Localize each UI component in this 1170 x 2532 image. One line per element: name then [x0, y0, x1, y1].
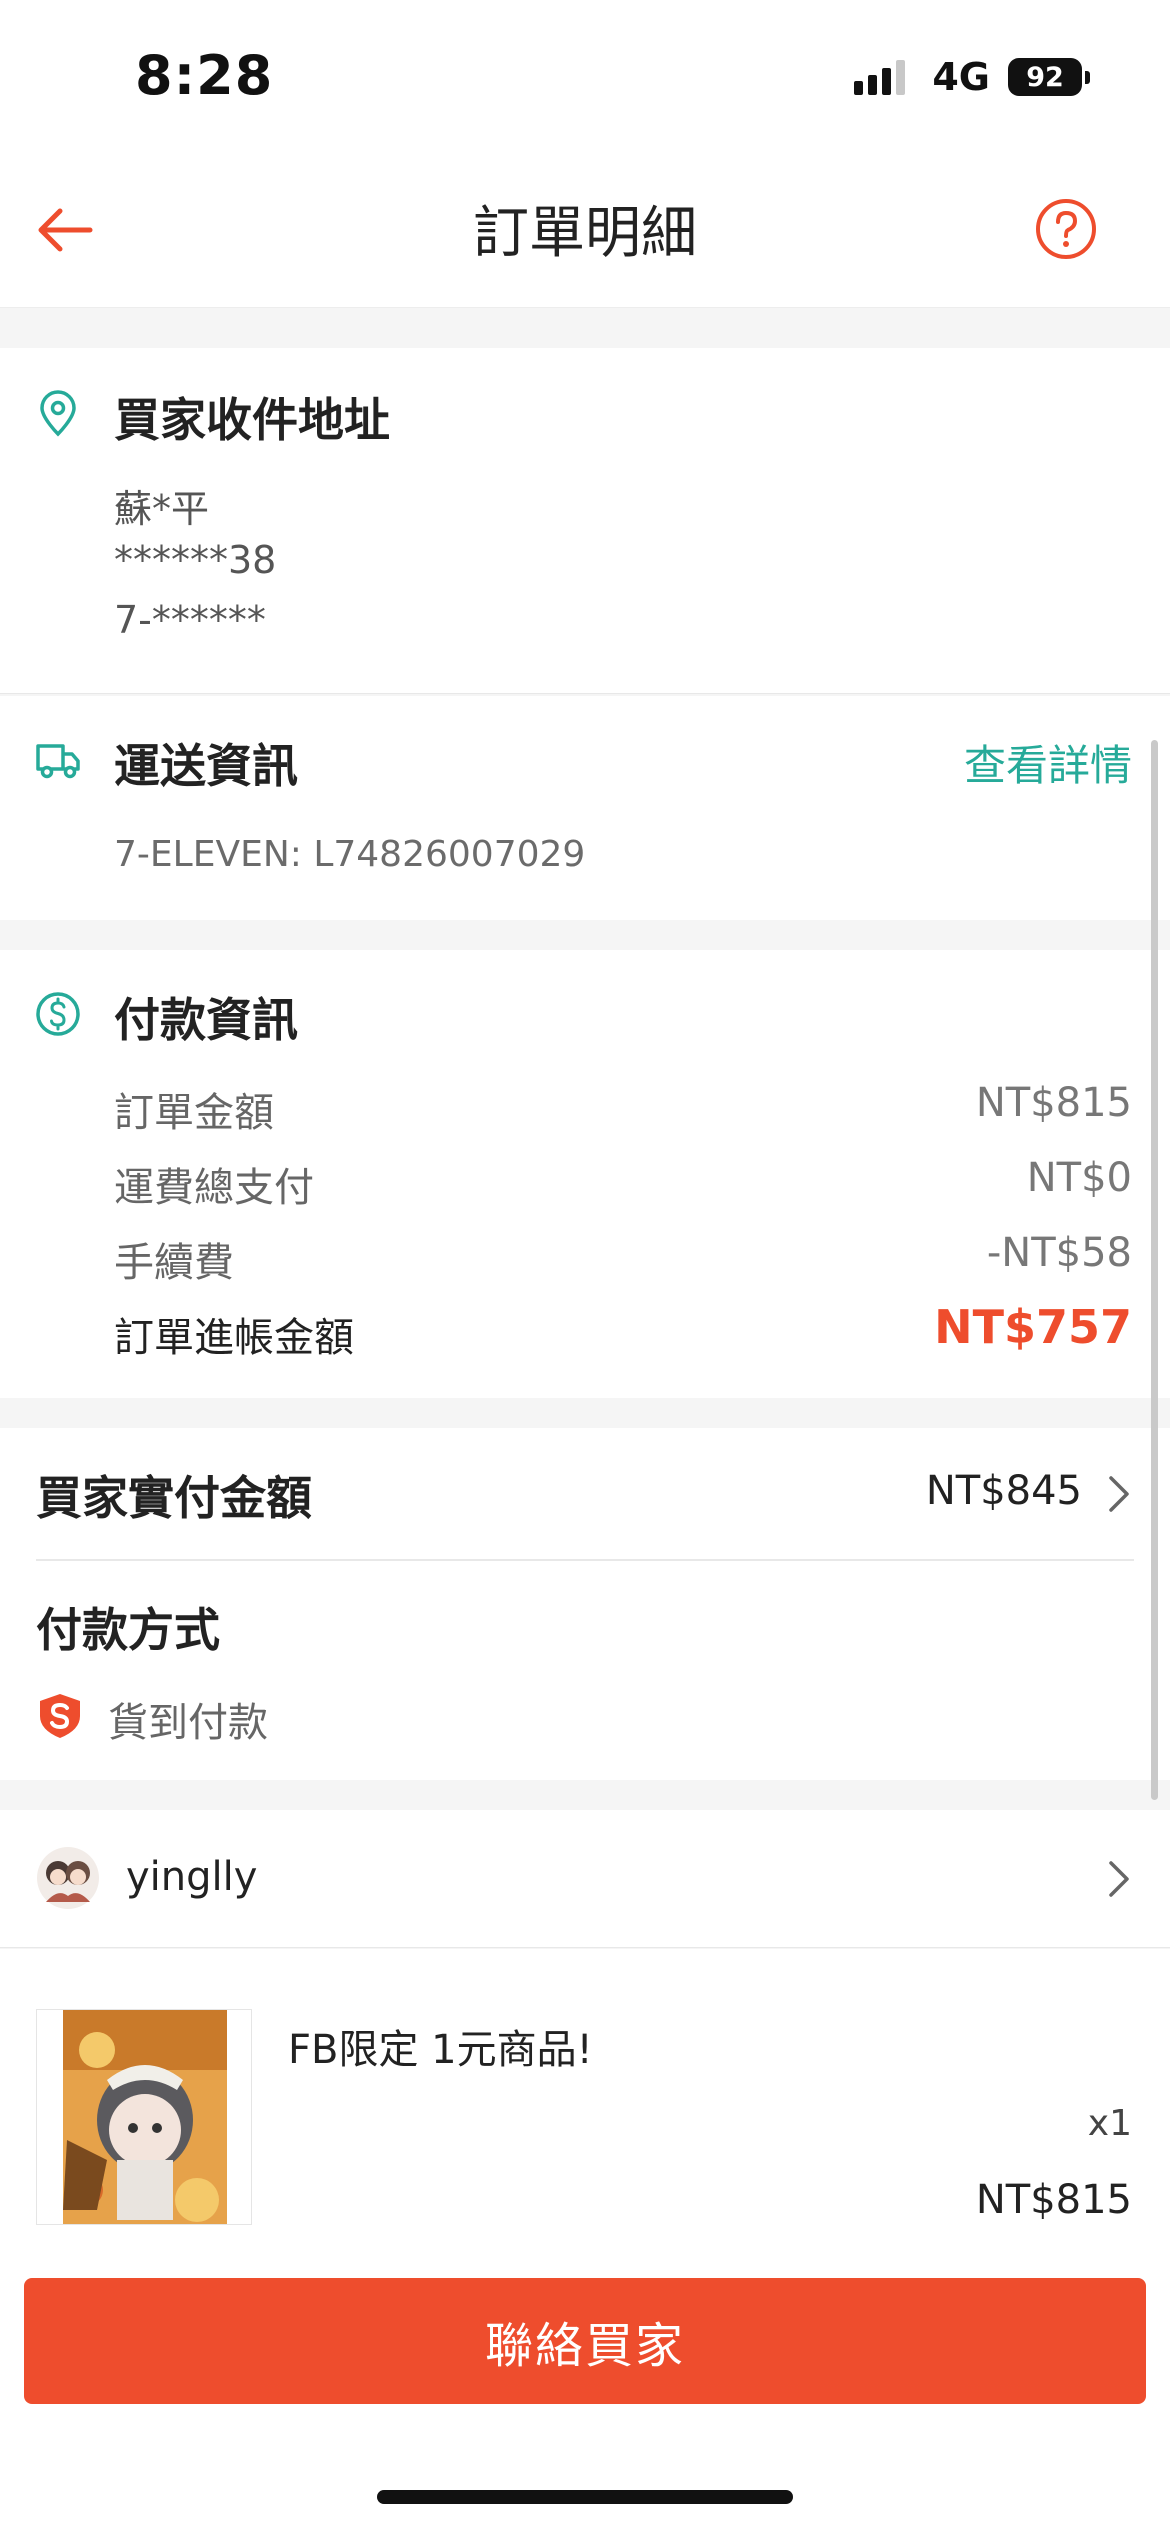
nav-bar: 訂單明細	[0, 150, 1170, 308]
net-income-label: 訂單進帳金額	[114, 1315, 354, 1361]
payment-method-value: 貨到付款	[108, 1700, 268, 1746]
home-indicator	[377, 2490, 793, 2504]
payment-method-card: 買家實付金額 NT$845 付款方式 貨到付款	[0, 1428, 1170, 1780]
product-row[interactable]: FB限定 1元商品! x1 NT$815	[0, 1949, 1170, 2250]
product-quantity: x1	[1087, 2103, 1132, 2144]
status-time: 8:28	[135, 44, 274, 107]
contact-buyer-button[interactable]: 聯絡買家	[24, 2278, 1146, 2404]
chevron-right-icon	[1109, 1476, 1129, 1512]
recipient-name: 蘇*平	[114, 487, 210, 531]
shipping-title: 運送資訊	[114, 739, 298, 793]
address-card: 買家收件地址 蘇*平 ******38 7-******	[0, 348, 1170, 694]
payment-method-title: 付款方式	[36, 1603, 220, 1657]
payment-info-title: 付款資訊	[114, 993, 298, 1047]
battery-level: 92	[1008, 58, 1082, 96]
shipping-fee-label: 運費總支付	[114, 1165, 314, 1211]
page-title: 訂單明細	[473, 201, 697, 266]
shopee-shield-icon	[40, 1694, 80, 1738]
address-title: 買家收件地址	[114, 393, 390, 447]
order-amount-label: 訂單金額	[114, 1090, 274, 1136]
order-amount-value: NT$815	[975, 1080, 1132, 1126]
battery-icon: 92	[1008, 58, 1090, 96]
location-pin-icon	[40, 390, 76, 437]
shipping-card: 運送資訊 查看詳情 7-ELEVEN: L74826007029	[0, 696, 1170, 920]
status-indicators: 4G 92	[854, 55, 1090, 99]
product-name: FB限定 1元商品!	[288, 2027, 593, 2073]
buyer-paid-label: 買家實付金額	[36, 1471, 312, 1525]
scrollbar[interactable]	[1151, 740, 1158, 1800]
chevron-right-icon	[1109, 1861, 1129, 1897]
buyer-row[interactable]: yinglly	[0, 1810, 1170, 1948]
net-income-value: NT$757	[934, 1300, 1132, 1354]
service-fee-label: 手續費	[114, 1240, 234, 1286]
avatar	[37, 1847, 99, 1909]
truck-icon	[36, 744, 80, 779]
buyer-username: yinglly	[126, 1854, 258, 1900]
product-price: NT$815	[975, 2177, 1132, 2223]
payment-info-card: 付款資訊 訂單金額 NT$815 運費總支付 NT$0 手續費 -NT$58 訂…	[0, 950, 1170, 1398]
network-type: 4G	[932, 55, 990, 99]
tracking-number: 7-ELEVEN: L74826007029	[114, 834, 586, 875]
product-image	[36, 2009, 252, 2225]
service-fee-value: -NT$58	[986, 1230, 1132, 1276]
divider	[36, 1559, 1134, 1561]
bottom-action-bar: 聯絡買家	[0, 2250, 1170, 2532]
buyer-paid-value: NT$845	[925, 1468, 1082, 1514]
recipient-address: 7-******	[114, 598, 266, 642]
dollar-circle-icon	[36, 992, 80, 1036]
shipping-fee-value: NT$0	[1026, 1155, 1132, 1201]
buyer-paid-row[interactable]: 買家實付金額 NT$845	[0, 1428, 1170, 1560]
signal-icon	[854, 59, 910, 95]
recipient-phone: ******38	[114, 538, 277, 582]
question-circle-icon[interactable]	[1034, 197, 1098, 261]
view-details-link[interactable]: 查看詳情	[964, 732, 1132, 793]
status-bar: 8:28 4G 92	[0, 0, 1170, 150]
